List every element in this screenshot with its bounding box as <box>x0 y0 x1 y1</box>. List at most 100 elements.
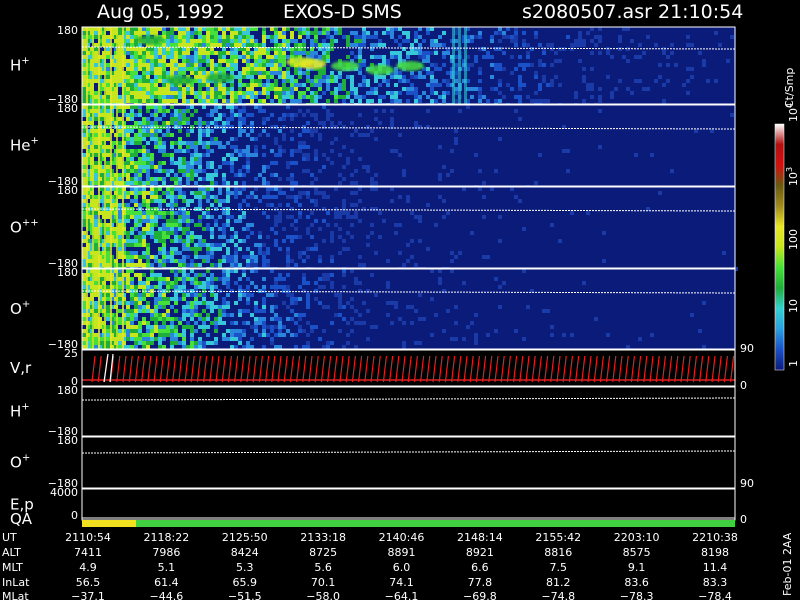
heatmap-cell <box>254 27 258 31</box>
heatmap-cell <box>254 71 258 75</box>
heatmap-cell <box>562 149 566 153</box>
heatmap-cell <box>326 31 330 35</box>
heatmap-cell <box>686 43 690 47</box>
heatmap-cell <box>134 137 138 141</box>
heatmap-cell <box>206 95 210 99</box>
heatmap-cell <box>182 63 186 67</box>
heatmap-cell <box>242 329 246 333</box>
heatmap-cell <box>210 215 214 219</box>
heatmap-cell <box>130 231 134 235</box>
heatmap-cell <box>94 255 98 259</box>
heatmap-cell <box>190 129 194 133</box>
heatmap-cell <box>106 67 110 71</box>
heatmap-cell <box>158 341 162 345</box>
ephemeris-cell: 2140:46 <box>379 531 425 544</box>
heatmap-cell <box>266 87 270 91</box>
heatmap-cell <box>158 231 162 235</box>
heatmap-cell <box>666 63 670 67</box>
heatmap-cell <box>270 99 274 103</box>
heatmap-cell <box>526 43 530 47</box>
heatmap-cell <box>594 35 598 39</box>
heatmap-cell <box>274 43 278 47</box>
heatmap-cell <box>94 165 98 169</box>
heatmap-cell <box>234 345 238 349</box>
heatmap-cell <box>270 285 274 289</box>
heatmap-cell <box>322 191 326 195</box>
heatmap-cell <box>106 223 110 227</box>
heatmap-cell <box>118 161 122 165</box>
heatmap-cell <box>486 255 490 259</box>
heatmap-cell <box>226 199 230 203</box>
velocity-spike <box>401 355 406 383</box>
heatmap-cell <box>538 59 542 63</box>
heatmap-cell <box>126 337 130 341</box>
heatmap-cell <box>186 231 190 235</box>
heatmap-cell <box>350 269 354 273</box>
heatmap-cell <box>406 87 410 91</box>
heatmap-cell <box>414 39 418 43</box>
heatmap-cell <box>138 169 142 173</box>
heatmap-cell <box>166 43 170 47</box>
heatmap-cell <box>186 27 190 31</box>
heatmap-cell <box>322 71 326 75</box>
heatmap-cell <box>150 277 154 281</box>
heatmap-cell <box>410 87 414 91</box>
heatmap-cell <box>546 99 550 103</box>
velocity-spike <box>432 355 437 383</box>
heatmap-cell <box>186 203 190 207</box>
heatmap-cell <box>238 337 242 341</box>
heatmap-cell <box>478 169 482 173</box>
heatmap-cell <box>238 43 242 47</box>
heatmap-cell <box>366 309 370 313</box>
heatmap-cell <box>138 149 142 153</box>
velocity-spike <box>407 355 412 383</box>
heatmap-cell <box>262 109 266 113</box>
velocity-spike <box>308 355 313 383</box>
heatmap-cell <box>474 313 478 317</box>
heatmap-cell <box>190 247 194 251</box>
heatmap-cell <box>134 181 138 185</box>
heatmap-cell <box>346 75 350 79</box>
heatmap-cell <box>158 59 162 63</box>
heatmap-cell <box>166 195 170 199</box>
heatmap-cell <box>446 51 450 55</box>
heatmap-cell <box>126 309 130 313</box>
heatmap-cell <box>514 95 518 99</box>
heatmap-cell <box>302 141 306 145</box>
heatmap-cell <box>302 43 306 47</box>
heatmap-cell <box>218 35 222 39</box>
heatmap-cell <box>350 83 354 87</box>
heatmap-cell <box>658 63 662 67</box>
heatmap-cell <box>242 211 246 215</box>
heatmap-cell <box>298 195 302 199</box>
heatmap-cell <box>270 187 274 191</box>
plot-file: s2080507.asr <box>522 1 652 23</box>
heatmap-cell <box>482 55 486 59</box>
heatmap-cell <box>402 321 406 325</box>
heatmap-cell <box>170 341 174 345</box>
ephemeris-cell: 8575 <box>623 546 651 559</box>
heatmap-cell <box>106 161 110 165</box>
heatmap-cell <box>158 199 162 203</box>
heatmap-cell <box>118 27 122 31</box>
heatmap-cell <box>278 51 282 55</box>
heatmap-cell <box>234 99 238 103</box>
heatmap-cell <box>658 75 662 79</box>
heatmap-cell <box>378 211 382 215</box>
heatmap-cell <box>230 27 234 31</box>
heatmap-cell <box>186 255 190 259</box>
y-tick-top: 25 <box>64 347 78 360</box>
heatmap-cell <box>406 51 410 55</box>
heatmap-cell <box>294 79 298 83</box>
heatmap-cell <box>302 83 306 87</box>
heatmap-cell <box>322 345 326 349</box>
heatmap-cell <box>82 113 86 117</box>
heatmap-cell <box>162 71 166 75</box>
heatmap-cell <box>146 281 150 285</box>
heatmap-cell <box>418 51 422 55</box>
heatmap-cell <box>286 55 290 59</box>
heatmap-cell <box>134 199 138 203</box>
heatmap-cell <box>194 67 198 71</box>
heatmap-cell <box>126 219 130 223</box>
heatmap-cell <box>138 59 142 63</box>
